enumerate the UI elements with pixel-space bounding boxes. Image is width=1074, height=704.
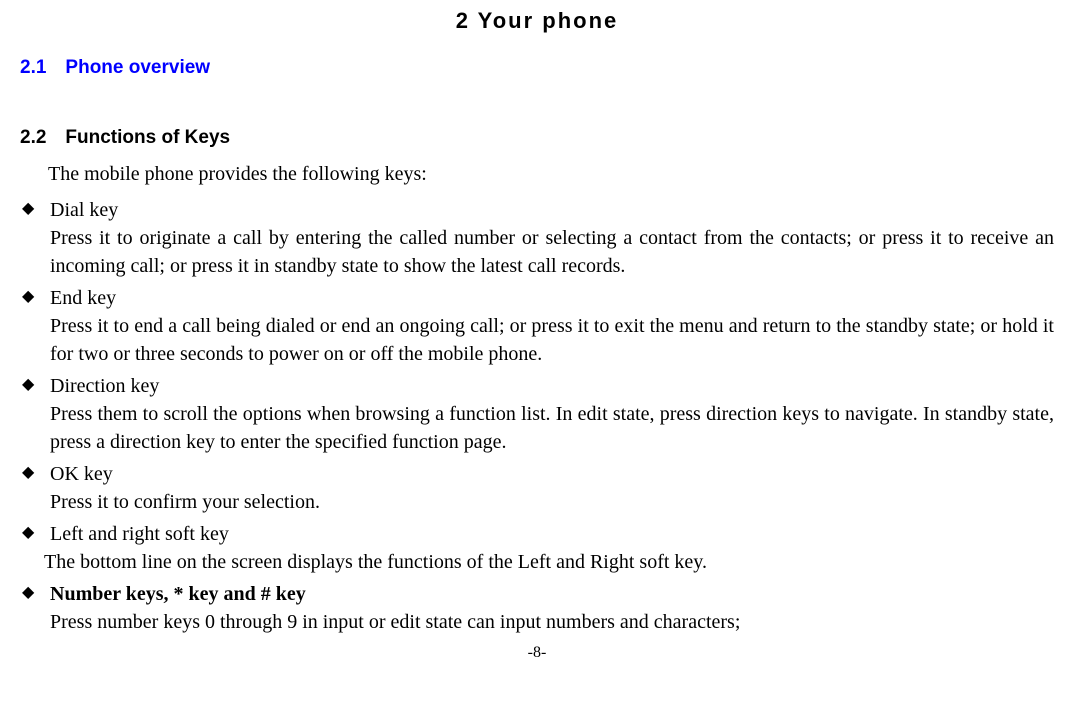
item-name: OK key: [50, 460, 1054, 488]
intro-text: The mobile phone provides the following …: [48, 160, 1054, 188]
section-heading-2-2: 2.2 Functions of Keys: [20, 125, 1054, 152]
chapter-title: 2 Your phone: [20, 6, 1054, 37]
list-item: Number keys, * key and # key Press numbe…: [20, 580, 1054, 636]
item-desc: Press them to scroll the options when br…: [50, 400, 1054, 456]
item-name: Direction key: [50, 372, 1054, 400]
item-desc: Press number keys 0 through 9 in input o…: [50, 608, 1054, 636]
item-desc: Press it to originate a call by entering…: [50, 224, 1054, 280]
list-item: End key Press it to end a call being dia…: [20, 284, 1054, 368]
list-item: Direction key Press them to scroll the o…: [20, 372, 1054, 456]
item-desc: The bottom line on the screen displays t…: [44, 548, 1054, 576]
list-item: OK key Press it to confirm your selectio…: [20, 460, 1054, 516]
item-desc: Press it to end a call being dialed or e…: [50, 312, 1054, 368]
item-desc: Press it to confirm your selection.: [50, 488, 1054, 516]
section-heading-2-1: 2.1 Phone overview: [20, 55, 1054, 82]
key-functions-list: Dial key Press it to originate a call by…: [20, 196, 1054, 636]
item-name: Left and right soft key: [50, 520, 1054, 548]
item-name: Dial key: [50, 196, 1054, 224]
item-name: End key: [50, 284, 1054, 312]
item-name: Number keys, * key and # key: [50, 580, 1054, 608]
list-item: Dial key Press it to originate a call by…: [20, 196, 1054, 280]
list-item: Left and right soft key The bottom line …: [20, 520, 1054, 576]
page-number: -8-: [20, 642, 1054, 664]
